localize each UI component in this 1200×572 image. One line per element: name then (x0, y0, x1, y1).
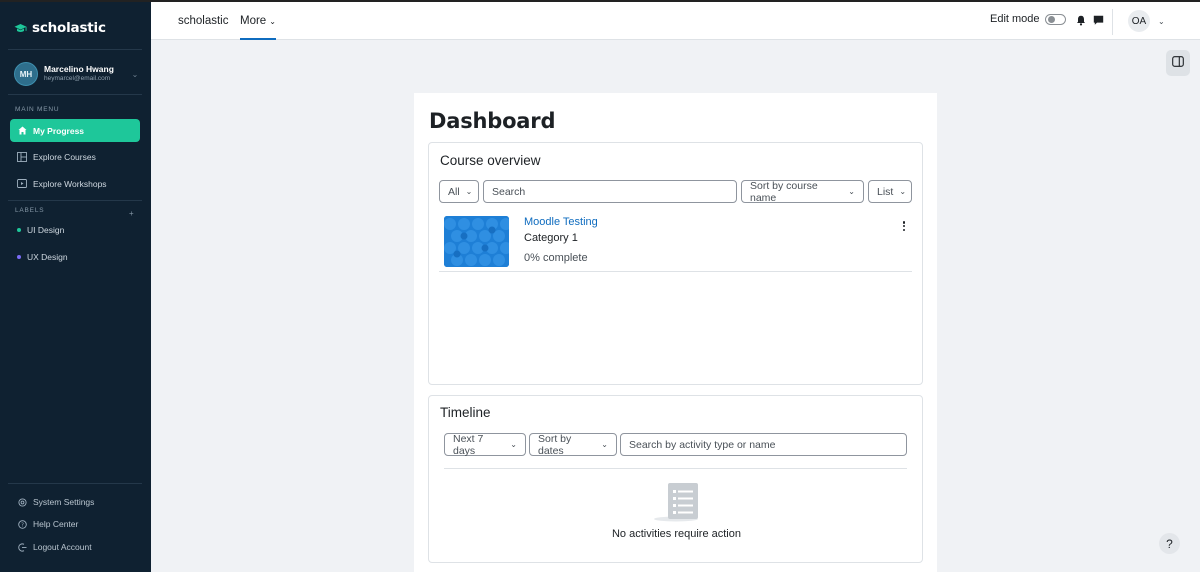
empty-activities-icon (653, 482, 699, 527)
label-item-ux-design[interactable]: UX Design (17, 250, 68, 264)
dashboard-region: Dashboard Course overview All ⌄ Sort by … (414, 93, 937, 572)
page-title: Dashboard (429, 109, 556, 133)
timeline-sort-dropdown[interactable]: Sort by dates ⌄ (529, 432, 617, 457)
course-name-link[interactable]: Moodle Testing (524, 216, 598, 228)
sort-value: Sort by course name (750, 179, 818, 204)
course-actions-menu[interactable] (899, 219, 909, 233)
edit-mode-switch[interactable]: Edit mode (990, 13, 1066, 25)
label-color-dot (17, 228, 21, 232)
chevron-down-icon: ⌄ (601, 440, 608, 449)
help-button[interactable]: ? (1159, 533, 1180, 554)
question-mark-icon: ? (1166, 536, 1173, 551)
profile-email: heymarcel@email.com (44, 75, 111, 83)
course-progress: 0% complete (524, 252, 588, 264)
course-row-divider (439, 271, 912, 272)
bottom-item-label: Help Center (33, 519, 79, 529)
profile-menu[interactable]: MH Marcelino Hwang heymarcel@email.com ⌄ (14, 61, 140, 87)
course-search-input[interactable] (483, 180, 737, 203)
avatar: MH (14, 62, 38, 86)
grouping-dropdown[interactable]: All ⌄ (439, 180, 479, 203)
label-item-ui-design[interactable]: UI Design (17, 223, 64, 237)
chevron-down-icon: ⌄ (1158, 16, 1165, 26)
sort-value: Sort by dates (538, 432, 572, 457)
edit-mode-label: Edit mode (990, 13, 1040, 25)
chevron-down-icon: ⌄ (465, 187, 473, 196)
sort-dropdown[interactable]: Sort by course name ⌄ (741, 179, 864, 204)
block-title: Course overview (440, 153, 541, 168)
sidebar-item-label: My Progress (33, 125, 85, 136)
top-navbar: scholastic More ⌄ Edit mode OA ⌄ (151, 2, 1200, 40)
gear-icon (17, 497, 27, 507)
chevron-down-icon: ⌄ (510, 440, 517, 449)
bottom-item-label: System Settings (33, 497, 95, 507)
nav-more-menu[interactable]: More ⌄ (240, 2, 276, 40)
activity-search-input[interactable] (620, 433, 907, 456)
chat-icon[interactable] (1092, 14, 1104, 26)
system-settings-link[interactable]: System Settings (17, 495, 94, 509)
brand[interactable]: scholastic (14, 17, 106, 39)
label-color-dot (17, 255, 21, 259)
sidebar: scholastic MH Marcelino Hwang heymarcel@… (0, 2, 151, 572)
block-title: Timeline (440, 405, 491, 420)
sidebar-item-explore-courses[interactable]: Explore Courses (10, 145, 140, 168)
view-dropdown[interactable]: List ⌄ (868, 180, 912, 203)
sidebar-item-my-progress[interactable]: My Progress (10, 119, 140, 142)
sidebar-item-label: Explore Workshops (33, 178, 107, 189)
sidebar-item-explore-workshops[interactable]: Explore Workshops (10, 172, 140, 195)
timeline-block: Timeline Next 7 days ⌄ Sort by dates ⌄ N… (428, 395, 923, 563)
help-center-link[interactable]: ? Help Center (17, 517, 78, 531)
divider (8, 49, 142, 50)
label-text: UI Design (27, 225, 65, 235)
user-avatar: OA (1128, 10, 1150, 32)
header-divider (1112, 9, 1113, 35)
view-value: List (877, 185, 894, 198)
timeline-range-dropdown[interactable]: Next 7 days ⌄ (444, 432, 526, 457)
timeline-divider (444, 468, 907, 469)
course-image[interactable] (444, 216, 509, 267)
grouping-value: All (448, 185, 460, 198)
labels-section-label: LABELS (15, 207, 45, 214)
logout-link[interactable]: Logout Account (17, 540, 92, 554)
main-menu-label: MAIN MENU (15, 106, 60, 113)
divider (8, 483, 142, 484)
help-circle-icon: ? (17, 519, 27, 529)
timeline-empty-message: No activities require action (611, 528, 741, 540)
nav-link-site-home[interactable]: scholastic (178, 2, 229, 40)
divider (8, 94, 142, 95)
label-text: UX Design (27, 252, 68, 262)
profile-name: Marcelino Hwang (44, 65, 114, 75)
sidebar-panel-icon (1172, 54, 1184, 72)
block-drawer-toggle[interactable] (1166, 50, 1190, 76)
range-value: Next 7 days (453, 432, 484, 457)
course-category: Category 1 (524, 232, 578, 244)
chevron-down-icon: ⌄ (848, 187, 855, 196)
edit-mode-toggle[interactable] (1044, 13, 1066, 25)
add-label-icon[interactable]: + (129, 209, 134, 218)
bell-icon[interactable] (1075, 14, 1087, 26)
video-icon (17, 179, 27, 189)
bottom-item-label: Logout Account (33, 542, 92, 552)
chevron-down-icon: ⌄ (131, 69, 139, 79)
more-label: More (240, 15, 267, 27)
sidebar-item-label: Explore Courses (33, 151, 96, 162)
divider (8, 200, 142, 201)
course-overview-block: Course overview All ⌄ Sort by course nam… (428, 142, 923, 385)
chevron-down-icon: ⌄ (899, 187, 907, 196)
user-menu[interactable]: OA ⌄ (1128, 10, 1165, 32)
chevron-down-icon: ⌄ (269, 16, 276, 26)
svg-text:?: ? (21, 522, 24, 528)
logout-icon (17, 542, 27, 552)
brand-name: scholastic (32, 20, 106, 36)
grid-icon (17, 151, 27, 162)
graduation-cap-icon (14, 23, 27, 34)
home-icon (17, 126, 27, 136)
